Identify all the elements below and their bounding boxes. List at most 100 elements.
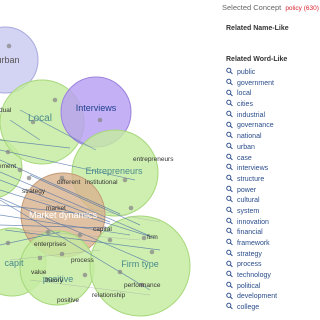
node-dot[interactable] (149, 249, 155, 255)
selected-concept-label: Selected Concept (222, 3, 282, 12)
node-label[interactable]: process (71, 257, 95, 264)
search-icon (226, 281, 233, 289)
search-icon (226, 78, 233, 86)
node-label[interactable]: theory (45, 277, 64, 284)
search-icon (226, 260, 233, 267)
related-word-item[interactable]: interviews (226, 164, 277, 175)
node-label[interactable]: market (46, 205, 66, 212)
search-icon (226, 110, 233, 118)
node-dot[interactable] (77, 232, 83, 238)
node-dot[interactable] (97, 117, 103, 123)
node-dot[interactable] (52, 97, 58, 103)
bubble-label: capit (4, 258, 24, 268)
search-icon (226, 238, 233, 246)
related-word-item[interactable]: industrial (226, 110, 277, 122)
related-word-label: case (237, 154, 252, 162)
related-word-item[interactable]: political (226, 281, 277, 293)
node-dot[interactable] (6, 43, 12, 49)
related-word-item[interactable]: cultural (226, 196, 277, 207)
search-icon (226, 164, 233, 171)
node-dot[interactable] (141, 235, 147, 241)
node-label[interactable]: firm (147, 234, 158, 241)
related-word-item[interactable]: framework (226, 238, 277, 250)
node-dot[interactable] (5, 240, 11, 246)
node-label[interactable]: relationship (92, 292, 126, 299)
node-dot[interactable] (128, 205, 134, 211)
node-label[interactable]: ement (0, 163, 16, 170)
bubble-label: Local (28, 113, 52, 124)
related-word-item[interactable]: cities (226, 99, 277, 111)
related-word-label: process (237, 261, 262, 269)
search-icon (226, 228, 233, 235)
search-icon (226, 174, 233, 182)
related-word-label: urban (237, 143, 255, 151)
node-label[interactable]: entrepreneurs (133, 156, 174, 163)
related-word-item[interactable]: technology (226, 270, 277, 282)
related-word-label: political (237, 282, 261, 290)
related-word-label: power (237, 186, 257, 194)
node-label[interactable]: performance (124, 282, 161, 289)
related-word-label: governance (237, 122, 274, 130)
node-dot[interactable] (17, 167, 23, 173)
search-icon (226, 303, 233, 310)
search-icon (226, 142, 233, 150)
related-word-label: interviews (237, 165, 269, 173)
node-dot[interactable] (26, 175, 32, 181)
related-word-item[interactable]: development (226, 292, 277, 303)
related-word-like-title: Related Word-Like (226, 56, 288, 63)
selected-concept-value[interactable]: policy (630) (285, 5, 319, 12)
node-label[interactable]: positive (57, 297, 79, 304)
related-word-label: cultural (237, 197, 260, 205)
related-word-item[interactable]: system (226, 206, 277, 218)
node-dot[interactable] (122, 177, 128, 183)
concept-details-panel: Selected Concept policy (630) Related Na… (216, 0, 320, 320)
related-word-item[interactable]: case (226, 153, 277, 165)
node-dot[interactable] (107, 237, 113, 243)
bubble-label: Entrepreneurs (85, 166, 143, 176)
search-icon (226, 185, 233, 193)
node-dot[interactable] (45, 229, 51, 235)
search-icon (226, 153, 233, 160)
related-word-item[interactable]: public (226, 67, 277, 79)
bubble-label: Interviews (76, 103, 117, 113)
related-word-label: cities (237, 101, 253, 109)
related-word-item[interactable]: strategy (226, 249, 277, 261)
node-label[interactable]: capital (93, 226, 112, 233)
related-word-item[interactable]: power (226, 185, 277, 197)
search-icon (226, 67, 233, 75)
node-label[interactable]: strategy (22, 188, 46, 195)
concept-network[interactable]: urbanLocalInterviewsEntrepreneurscapitMa… (0, 0, 215, 320)
node-dot[interactable] (117, 269, 123, 275)
search-icon (226, 89, 233, 96)
node-dot[interactable] (37, 255, 43, 261)
related-word-item[interactable]: governance (226, 121, 277, 132)
related-word-item[interactable]: innovation (226, 217, 277, 229)
related-word-item[interactable]: college (226, 303, 277, 314)
related-word-item[interactable]: government (226, 78, 277, 90)
related-word-label: innovation (237, 218, 269, 226)
concept-network-canvas[interactable]: urbanLocalInterviewsEntrepreneurscapitMa… (0, 0, 215, 320)
related-word-item[interactable]: financial (226, 228, 277, 239)
related-word-label: structure (237, 175, 265, 183)
node-label[interactable]: dual (0, 107, 12, 114)
related-word-label: development (237, 293, 278, 301)
node-dot[interactable] (59, 251, 65, 257)
node-label[interactable]: institutional (85, 179, 118, 186)
node-dot[interactable] (5, 149, 11, 155)
related-word-item[interactable]: process (226, 260, 277, 271)
node-dot[interactable] (82, 272, 88, 278)
related-word-item[interactable]: urban (226, 142, 277, 154)
related-word-label: college (237, 304, 260, 312)
related-word-item[interactable]: local (226, 89, 277, 100)
search-icon (226, 292, 233, 299)
search-icon (226, 121, 233, 128)
node-label[interactable]: enterprises (34, 241, 67, 248)
related-word-item[interactable]: national (226, 132, 277, 143)
related-word-label: financial (237, 229, 263, 237)
node-label[interactable]: value (31, 269, 47, 276)
related-word-item[interactable]: structure (226, 174, 277, 186)
node-label[interactable]: different (57, 179, 81, 186)
related-word-label: government (237, 79, 274, 87)
related-word-list: public government local cities industrial gov… (226, 67, 277, 314)
search-icon (226, 270, 233, 278)
